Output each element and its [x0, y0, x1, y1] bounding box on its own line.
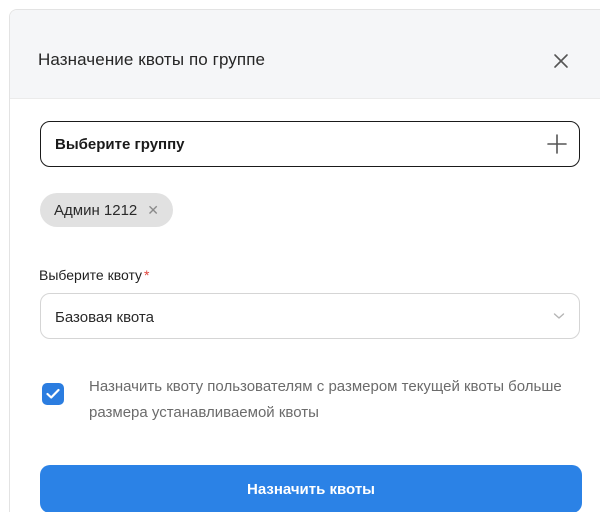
quota-select-value: Базовая квота [55, 309, 154, 326]
group-picker-label: Выберите группу [55, 136, 185, 153]
close-small-icon[interactable]: ✕ [147, 203, 159, 217]
quota-select[interactable]: Базовая квота [40, 293, 580, 339]
selected-group-chip: Админ 1212 ✕ [40, 193, 174, 227]
close-button[interactable] [550, 50, 572, 72]
dialog-header: Назначение квоты по группе [10, 10, 600, 99]
check-icon [46, 388, 60, 399]
selected-group-label: Админ 1212 [54, 201, 138, 219]
quota-field-label: Выберите квоту * [39, 267, 150, 283]
group-picker-field[interactable]: Выберите группу [40, 121, 580, 167]
quota-label-text: Выберите квоту [39, 267, 143, 283]
dialog-title: Назначение квоты по группе [38, 50, 266, 69]
close-icon [554, 54, 568, 68]
chevron-down-icon [553, 313, 565, 319]
assign-quota-dialog: Назначение квоты по группе Выберите груп… [9, 9, 600, 512]
required-marker: * [144, 267, 150, 283]
assign-option-text: Назначить квоту пользователям с размером… [89, 378, 562, 421]
assign-quotas-button[interactable]: Назначить квоты [40, 465, 582, 512]
add-group-button[interactable] [545, 132, 569, 156]
assign-option-checkbox[interactable] [42, 383, 64, 405]
plus-icon [547, 134, 567, 154]
